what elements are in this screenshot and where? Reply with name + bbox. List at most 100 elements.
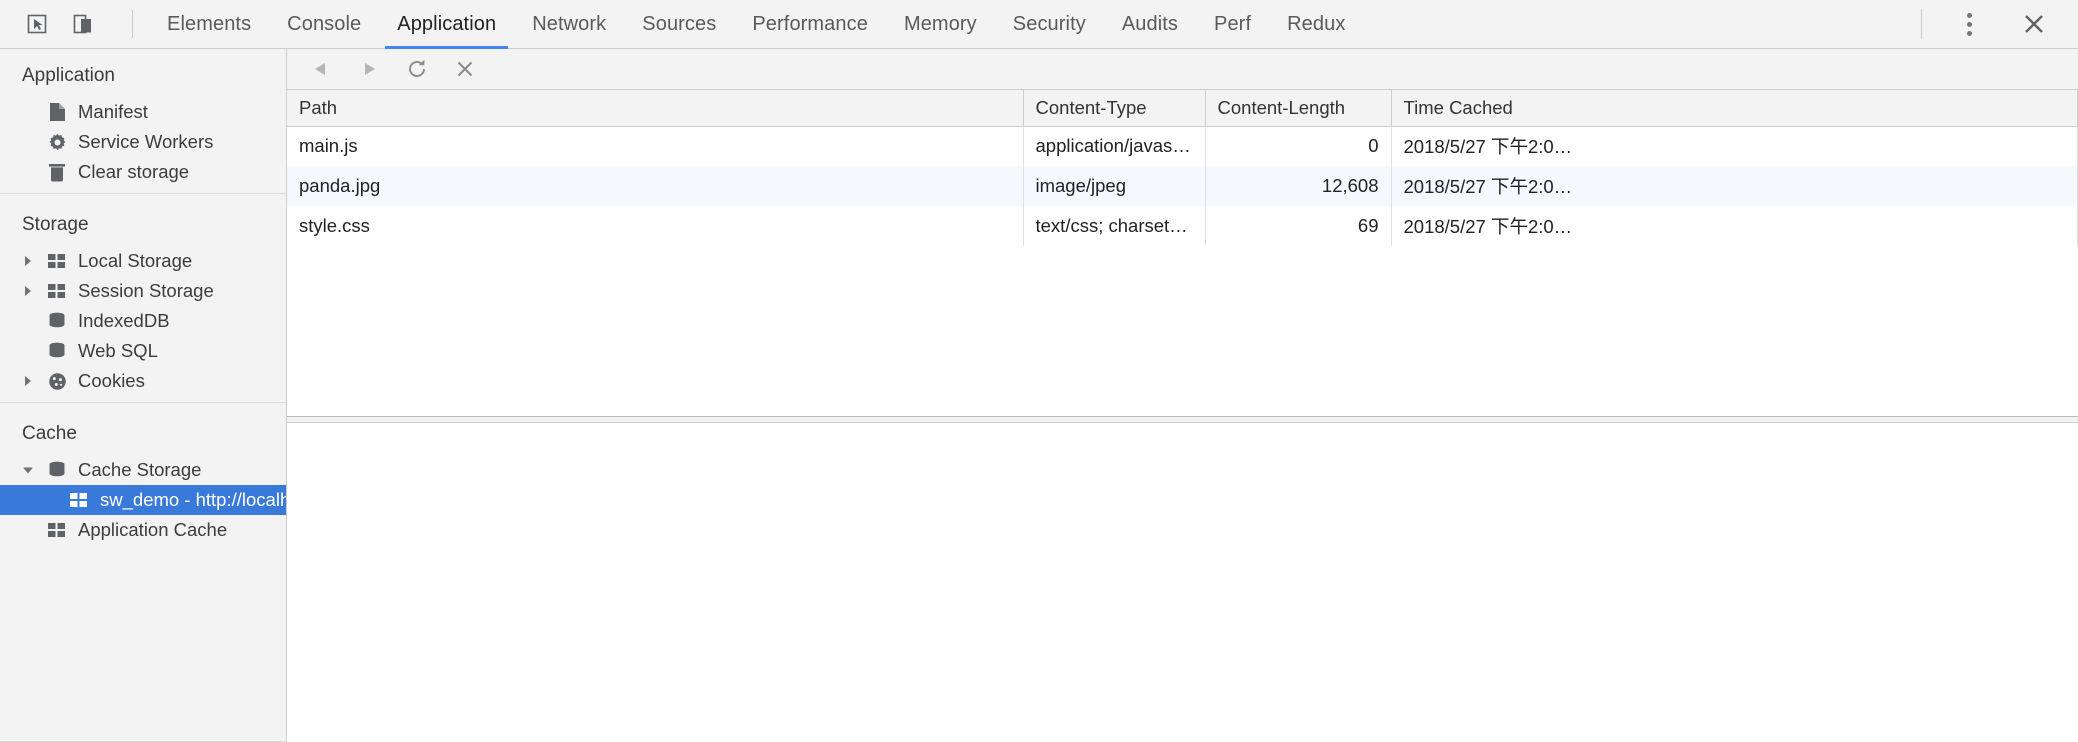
tab-label: Perf (1214, 12, 1252, 35)
application-sidebar: Application Manifest Service Workers Cle… (0, 49, 287, 742)
sidebar-section-title: Storage (22, 214, 89, 235)
tab-label: Application (397, 12, 497, 35)
sidebar-item-label: Application Cache (78, 518, 228, 540)
tab-elements[interactable]: Elements (149, 0, 269, 49)
sidebar-item-label: Session Storage (78, 279, 214, 301)
topbar-right-controls (1921, 4, 2078, 44)
tab-label: Network (532, 12, 607, 35)
sidebar-item-cookies[interactable]: Cookies (0, 366, 286, 396)
sidebar-item-label: Cookies (78, 369, 145, 391)
chevron-right-icon[interactable] (22, 255, 44, 267)
sidebar-item-label: Manifest (78, 100, 148, 122)
sidebar-item-cache-storage[interactable]: Cache Storage (0, 455, 286, 485)
cell-content-length: 0 (1205, 126, 1392, 166)
sidebar-item-application-cache[interactable]: Application Cache (0, 515, 286, 545)
more-options-icon[interactable] (1952, 7, 1986, 41)
devtools-mode-icons (0, 9, 141, 39)
database-icon (44, 461, 70, 479)
sidebar-section-title: Application (22, 65, 115, 86)
inspect-element-icon[interactable] (22, 9, 52, 39)
sidebar-item-label: sw_demo - http://localh (100, 488, 287, 510)
table-body: main.js application/javasc… 0 2018/5/27 … (287, 126, 2078, 246)
table-row[interactable]: style.css text/css; charset=… 69 2018/5/… (287, 206, 2078, 246)
cache-entry-preview-pane (287, 423, 2078, 742)
chevron-right-icon[interactable] (22, 285, 44, 297)
chevron-down-icon[interactable] (22, 464, 44, 476)
table-header: Path Content-Type Content-Length Time Ca… (287, 90, 2078, 127)
tab-perf[interactable]: Perf (1196, 0, 1269, 49)
cell-path: style.css (287, 206, 1024, 246)
tab-label: Audits (1121, 12, 1179, 35)
column-header-time-cached[interactable]: Time Cached (1391, 90, 2078, 127)
cell-content-length: 12,608 (1205, 166, 1392, 206)
database-icon (44, 342, 70, 360)
devtools-body: Application Manifest Service Workers Cle… (0, 49, 2078, 742)
tab-label: Redux (1287, 12, 1346, 35)
sidebar-item-local-storage[interactable]: Local Storage (0, 246, 286, 276)
tab-label: Console (287, 12, 362, 35)
table-row[interactable]: panda.jpg image/jpeg 12,608 2018/5/27 下午… (287, 166, 2078, 206)
forward-button[interactable] (349, 53, 389, 85)
sidebar-item-service-workers[interactable]: Service Workers (0, 127, 286, 157)
tab-label: Performance (752, 12, 868, 35)
sidebar-section-title: Cache (22, 423, 77, 444)
chevron-right-icon[interactable] (22, 375, 44, 387)
panel-tabs: Elements Console Application Network Sou… (149, 0, 1363, 49)
sidebar-item-web-sql[interactable]: Web SQL (0, 336, 286, 366)
sidebar-item-label: Cache Storage (78, 458, 202, 480)
tab-application[interactable]: Application (379, 0, 514, 49)
sidebar-section-storage: Storage Local Storage Session Storage In… (0, 193, 286, 402)
back-button[interactable] (301, 53, 341, 85)
sidebar-item-label: IndexedDB (78, 309, 170, 331)
tab-console[interactable]: Console (269, 0, 379, 49)
database-icon (44, 312, 70, 330)
cell-time-cached: 2018/5/27 下午2:0… (1391, 166, 2078, 206)
tab-performance[interactable]: Performance (734, 0, 886, 49)
devtools-window: Elements Console Application Network Sou… (0, 0, 2078, 742)
sidebar-section-cache: Cache Cache Storage sw_demo - http://loc… (0, 402, 286, 551)
toggle-device-toolbar-icon[interactable] (68, 9, 98, 39)
sidebar-section-application: Application Manifest Service Workers Cle… (0, 59, 286, 193)
toolbar-divider-right (1921, 9, 1922, 39)
sidebar-item-clear-storage[interactable]: Clear storage (0, 157, 286, 187)
tab-memory[interactable]: Memory (886, 0, 995, 49)
manifest-file-icon (44, 102, 70, 122)
column-header-path[interactable]: Path (287, 90, 1024, 127)
close-icon[interactable] (2014, 4, 2054, 44)
devtools-tab-bar: Elements Console Application Network Sou… (0, 0, 2078, 49)
sidebar-item-label: Service Workers (78, 130, 214, 152)
tab-security[interactable]: Security (995, 0, 1104, 49)
sidebar-item-label: Local Storage (78, 249, 193, 271)
delete-selected-button[interactable] (445, 53, 485, 85)
cell-content-type: text/css; charset=… (1023, 206, 1206, 246)
tab-sources[interactable]: Sources (624, 0, 734, 49)
cache-storage-panel: Path Content-Type Content-Length Time Ca… (287, 49, 2078, 742)
tab-label: Security (1012, 12, 1086, 35)
table-grid-icon (66, 492, 92, 508)
sidebar-item-session-storage[interactable]: Session Storage (0, 276, 286, 306)
tab-label: Memory (903, 12, 977, 35)
cell-time-cached: 2018/5/27 下午2:0… (1391, 206, 2078, 246)
tab-redux[interactable]: Redux (1269, 0, 1363, 49)
tab-label: Elements (167, 12, 252, 35)
table-grid-icon (44, 522, 70, 538)
sidebar-item-indexeddb[interactable]: IndexedDB (0, 306, 286, 336)
tab-audits[interactable]: Audits (1104, 0, 1196, 49)
column-header-content-type[interactable]: Content-Type (1023, 90, 1206, 127)
table-row[interactable]: main.js application/javasc… 0 2018/5/27 … (287, 126, 2078, 166)
cache-entries-table-container[interactable]: Path Content-Type Content-Length Time Ca… (287, 90, 2078, 417)
cell-content-type: application/javasc… (1023, 126, 1206, 166)
table-header-row: Path Content-Type Content-Length Time Ca… (287, 90, 2078, 127)
sidebar-item-manifest[interactable]: Manifest (0, 97, 286, 127)
table-grid-icon (44, 253, 70, 269)
sidebar-item-sw-demo-cache[interactable]: sw_demo - http://localh (0, 485, 286, 515)
cell-path: main.js (287, 126, 1024, 166)
column-header-content-length[interactable]: Content-Length (1205, 90, 1392, 127)
table-grid-icon (44, 283, 70, 299)
gear-icon (44, 133, 70, 152)
toolbar-divider (132, 10, 133, 38)
refresh-button[interactable] (397, 53, 437, 85)
cell-content-type: image/jpeg (1023, 166, 1206, 206)
tab-network[interactable]: Network (514, 0, 624, 49)
cookie-icon (44, 372, 70, 391)
